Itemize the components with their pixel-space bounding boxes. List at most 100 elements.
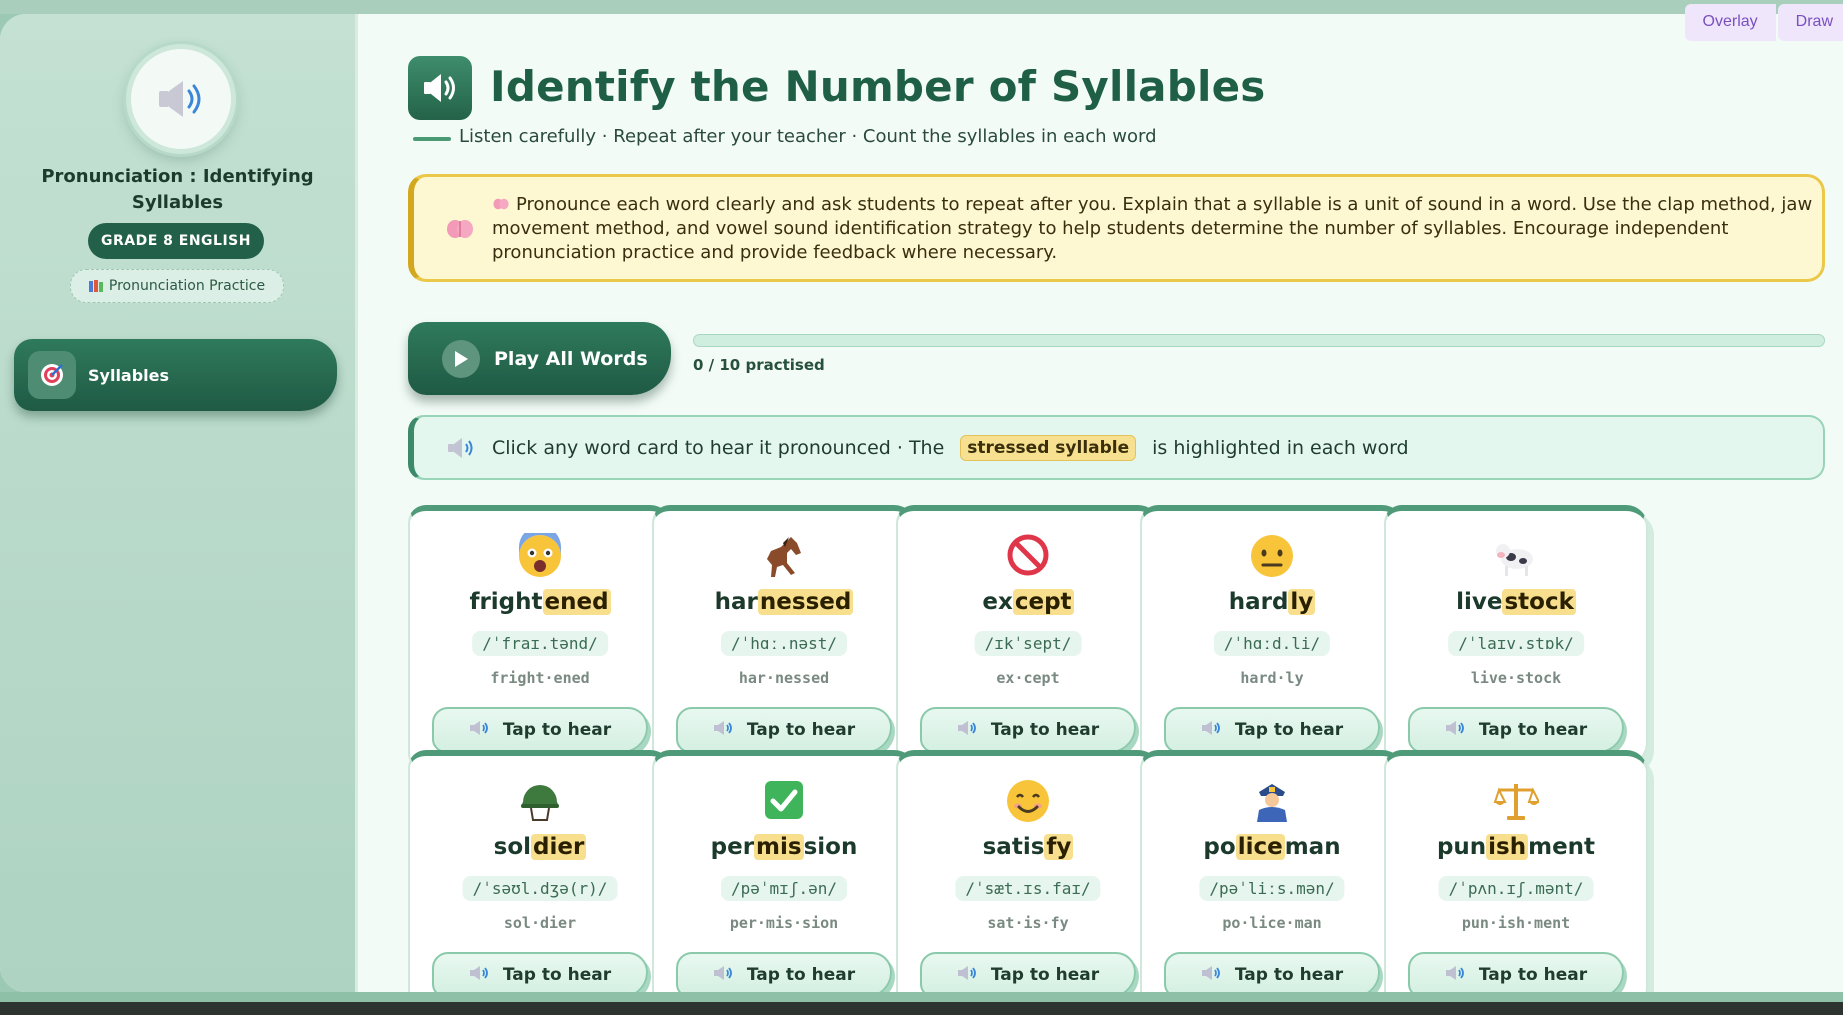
tap-to-hear-button[interactable]: Tap to hear	[1164, 707, 1380, 753]
stressed-syllable: cept	[1012, 589, 1074, 615]
word-card[interactable]: policeman/pəˈliːs.mən/po·lice·man Tap to …	[1140, 750, 1404, 992]
progress-text: 0 / 10 practised	[693, 356, 825, 374]
syllable: har	[714, 589, 758, 615]
speaker-icon	[957, 719, 979, 742]
word-text: soldier	[410, 834, 670, 860]
top-strip	[0, 0, 1843, 14]
word-text: livestock	[1386, 589, 1646, 615]
tap-to-hear-button[interactable]: Tap to hear	[920, 707, 1136, 753]
syllable-split: pun·ish·ment	[1461, 914, 1571, 932]
word-text: hardly	[1142, 589, 1402, 615]
stressed-syllable: fy	[1044, 834, 1074, 860]
stressed-syllable: nessed	[757, 589, 854, 615]
ipa-transcription: /ɪkˈsept/	[974, 631, 1082, 656]
syllable: hard	[1228, 589, 1289, 615]
tap-to-hear-label: Tap to hear	[502, 720, 612, 740]
stressed-syllable: lice	[1235, 834, 1285, 860]
word-card[interactable]: permission/pəˈmɪʃ.ən/per·mis·sion Tap to …	[652, 750, 916, 992]
syllable: pun	[1436, 834, 1487, 860]
speaker-icon	[1201, 964, 1223, 987]
ipa-transcription: /ˈfraɪ.tənd/	[472, 631, 608, 656]
syllable: satis	[982, 834, 1045, 860]
tap-to-hear-label: Tap to hear	[1234, 720, 1344, 740]
cow-icon	[1386, 533, 1646, 579]
syllable: fright	[469, 589, 543, 615]
word-text: except	[898, 589, 1158, 615]
prohibited-icon	[898, 533, 1158, 577]
grade-badge: GRADE 8 ENGLISH	[88, 223, 264, 259]
syllable-split: sat·is·fy	[987, 914, 1069, 932]
word-card[interactable]: soldier/ˈsəʊl.dʒə(r)/ sol·dier Tap to hear	[408, 750, 672, 992]
word-card[interactable]: frightened/ˈfraɪ.tənd/fright·ened Tap to …	[408, 505, 672, 768]
word-card[interactable]: harnessed/ˈhɑː.nəst/har·nessed Tap to hea…	[652, 505, 916, 768]
speaker-icon	[159, 81, 201, 117]
sidebar-item-syllables[interactable]: Syllables	[14, 339, 337, 411]
tap-to-hear-button[interactable]: Tap to hear	[1408, 707, 1624, 753]
tap-to-hear-button[interactable]: Tap to hear	[676, 952, 892, 992]
speaker-icon	[448, 437, 473, 458]
play-all-button[interactable]: Play All Words	[408, 322, 671, 395]
syllable: po	[1203, 834, 1236, 860]
horse-icon	[654, 533, 914, 579]
ipa-transcription: /ˈlaɪv.stɒk/	[1448, 631, 1584, 656]
tap-to-hear-button[interactable]: Tap to hear	[1408, 952, 1624, 992]
word-card[interactable]: satisfy/ˈsæt.ɪs.faɪ/sat·is·fy Tap to hear	[896, 750, 1160, 992]
target-icon	[28, 351, 76, 399]
progress-bar	[693, 334, 1825, 347]
tap-to-hear-button[interactable]: Tap to hear	[1164, 952, 1380, 992]
syllable-split: hard·ly	[1240, 669, 1304, 687]
brain-icon	[493, 198, 509, 210]
syllable-split: fright·ened	[490, 669, 590, 687]
syllable-split: per·mis·sion	[729, 914, 839, 932]
ipa-transcription: /ˈhɑː.nəst/	[721, 631, 847, 656]
lesson-title: Pronunciation : Identifying Syllables	[41, 166, 314, 213]
neutral-face-icon	[1142, 533, 1402, 579]
word-card[interactable]: livestock/ˈlaɪv.stɒk/live·stock Tap to he…	[1384, 505, 1648, 768]
ipa-transcription: /pəˈmɪʃ.ən/	[721, 876, 847, 901]
ipa-transcription: /ˈsæt.ɪs.faɪ/	[955, 876, 1101, 901]
overlay-toolbar: Overlay Draw	[1684, 4, 1843, 41]
tap-to-hear-label: Tap to hear	[502, 965, 612, 985]
ipa-transcription: /ˈhɑːd.li/	[1213, 631, 1331, 656]
check-mark-icon	[654, 778, 914, 822]
overlay-tab[interactable]: Overlay	[1684, 4, 1776, 41]
ipa-transcription: /ˈsəʊl.dʒə(r)/	[462, 876, 618, 901]
stressed-syllable: dier	[531, 834, 587, 860]
practice-chip-label: Pronunciation Practice	[108, 278, 266, 294]
brain-icon	[447, 220, 473, 238]
syllable-split: har·nessed	[738, 669, 830, 687]
syllable-split: po·lice·man	[1222, 914, 1322, 932]
syllable: per	[710, 834, 755, 860]
tap-to-hear-button[interactable]: Tap to hear	[920, 952, 1136, 992]
tap-to-hear-button[interactable]: Tap to hear	[676, 707, 892, 753]
tap-to-hear-label: Tap to hear	[1234, 965, 1344, 985]
fearful-face-icon	[410, 533, 670, 579]
stressed-syllable: mis	[754, 834, 804, 860]
page-subtitle: Listen carefully · Repeat after your tea…	[459, 126, 1157, 147]
sidebar-item-label: Syllables	[88, 365, 170, 385]
word-card[interactable]: except/ɪkˈsept/ex·cept Tap to hear	[896, 505, 1160, 768]
subtitle-accent	[413, 137, 451, 141]
speaker-icon	[713, 964, 735, 987]
books-icon	[88, 280, 103, 292]
instruction-after: is highlighted in each word	[1152, 436, 1409, 459]
sidebar: Pronunciation : Identifying Syllables GR…	[0, 14, 358, 992]
page-title: Identify the Number of Syllables	[490, 62, 1266, 111]
speaker-icon	[1445, 964, 1467, 987]
syllable-split: live·stock	[1470, 669, 1562, 687]
syllable-split: ex·cept	[996, 669, 1060, 687]
draw-tab[interactable]: Draw	[1777, 4, 1843, 41]
tap-to-hear-label: Tap to hear	[990, 965, 1100, 985]
bottom-bar	[0, 1002, 1843, 1015]
word-card[interactable]: hardly/ˈhɑːd.li/hard·ly Tap to hear	[1140, 505, 1404, 768]
speaker-icon	[957, 964, 979, 987]
tap-to-hear-label: Tap to hear	[990, 720, 1100, 740]
logo	[126, 44, 236, 154]
tap-to-hear-label: Tap to hear	[1478, 965, 1588, 985]
stressed-syllable: ish	[1486, 834, 1529, 860]
word-card[interactable]: punishment/ˈpʌn.ɪʃ.mənt/pun·ish·ment Tap …	[1384, 750, 1648, 992]
tap-to-hear-label: Tap to hear	[746, 965, 856, 985]
tap-to-hear-button[interactable]: Tap to hear	[432, 952, 648, 992]
tap-to-hear-button[interactable]: Tap to hear	[432, 707, 648, 753]
speaker-icon	[1201, 719, 1223, 742]
